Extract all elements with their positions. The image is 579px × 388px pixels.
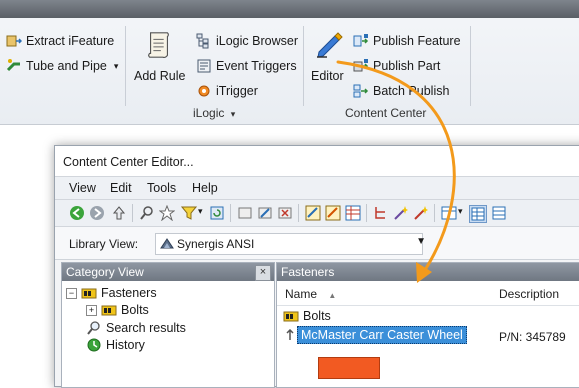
callout-arrow-line	[336, 60, 456, 272]
callout-arrow	[336, 60, 456, 283]
